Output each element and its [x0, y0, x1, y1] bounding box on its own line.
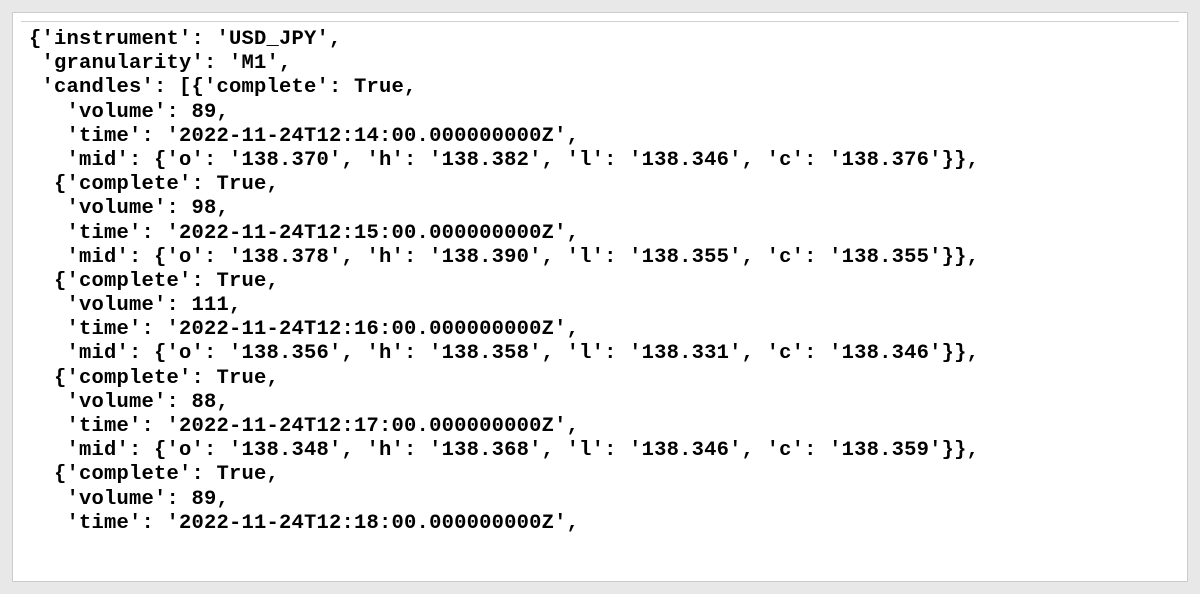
code-output: {'instrument': 'USD_JPY', 'granularity':…	[21, 21, 1179, 573]
output-frame: {'instrument': 'USD_JPY', 'granularity':…	[12, 12, 1188, 582]
